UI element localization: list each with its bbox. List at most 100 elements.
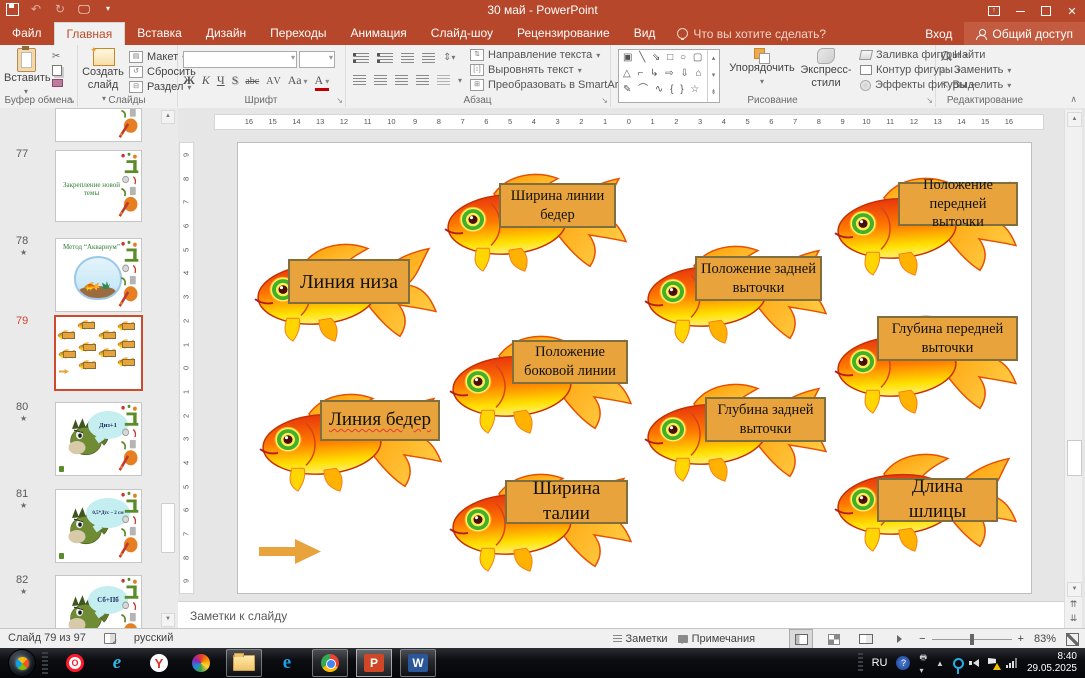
sidebar-scrollbar[interactable]: ▲ ▼ — [160, 108, 175, 628]
shape-row[interactable]: ▣ ╲ ⇘ □ ○ ▢ — [619, 50, 719, 66]
notes-placeholder[interactable]: Заметки к слайду — [190, 609, 287, 623]
fish-figure[interactable]: Ширина линии бедер — [439, 169, 629, 274]
fish-figure[interactable]: Положение боковой линии — [444, 331, 634, 436]
scroll-up-icon[interactable]: ▲ — [1067, 112, 1082, 127]
justify-icon[interactable] — [416, 75, 429, 85]
share-button[interactable]: Общий доступ — [964, 22, 1085, 45]
notes-toggle[interactable]: Заметки — [612, 633, 668, 645]
fish-label[interactable]: Положение боковой линии — [512, 340, 628, 384]
font-name-combo[interactable] — [183, 51, 297, 68]
ribbon-tab[interactable]: Рецензирование — [505, 22, 622, 45]
scrollbar-thumb[interactable] — [1067, 440, 1082, 476]
zoom-slider[interactable]: − + — [919, 633, 1024, 645]
slide-thumbnail-79-selected[interactable] — [54, 315, 143, 391]
scroll-up-icon[interactable]: ▲ — [161, 110, 175, 124]
scroll-down-icon[interactable]: ▼ — [161, 613, 175, 627]
tell-me-box[interactable]: Что вы хотите сделать? — [667, 22, 836, 45]
minimize-button[interactable] — [1007, 0, 1033, 22]
taskbar-chrome[interactable] — [312, 649, 348, 677]
slide-thumbnail-77[interactable]: Закрепление новой темы — [55, 150, 142, 222]
fish-label[interactable]: Положение передней выточки — [898, 177, 1018, 230]
font-style-button[interactable]: Аа — [288, 73, 308, 88]
text-direction-button[interactable]: ⇅ Направление текста ▾ — [470, 49, 629, 61]
ribbon-tab[interactable]: Дизайн — [194, 22, 258, 45]
fish-figure[interactable]: Положение передней выточки — [829, 173, 1019, 278]
fish-label[interactable]: Глубина передней выточки — [877, 316, 1018, 361]
ribbon-tab[interactable]: Главная — [53, 22, 126, 45]
dialog-launcher-icon[interactable]: ↘ — [336, 96, 343, 105]
ribbon-tab[interactable]: Файл — [0, 22, 54, 45]
quick-styles-button[interactable]: Экспресс-стили — [795, 48, 857, 90]
paste-button[interactable]: Вставить ▾ — [4, 46, 51, 98]
numbering-icon[interactable] — [377, 52, 393, 63]
align-text-button[interactable]: [↕] Выровнять текст ▾ — [470, 64, 629, 76]
dialog-launcher-icon[interactable]: ↘ — [601, 96, 608, 105]
next-slide-icon[interactable]: ⇊ — [1067, 612, 1080, 625]
ribbon-tab[interactable]: Слайд-шоу — [419, 22, 505, 45]
slide-sorter-button[interactable] — [823, 630, 845, 648]
line-spacing-icon[interactable]: ⇕▾ — [443, 52, 455, 63]
font-style-button[interactable]: Ч — [217, 73, 225, 88]
ribbon-tab[interactable]: Анимация — [338, 22, 418, 45]
fish-figure[interactable]: Глубина задней выточки — [639, 379, 829, 484]
punto-key-icon[interactable] — [952, 657, 964, 674]
ribbon-tab[interactable]: Вставка — [125, 22, 194, 45]
previous-slide-icon[interactable]: ⇈ — [1067, 598, 1080, 611]
language-switcher[interactable]: RU — [872, 657, 888, 669]
show-hidden-icons[interactable]: ▲ — [936, 659, 944, 668]
fish-label[interactable]: Линия низа — [288, 259, 410, 304]
slide-thumbnail-80[interactable]: Диз+1 — [55, 402, 142, 476]
dialog-launcher-icon[interactable]: ↘ — [926, 96, 933, 105]
fish-label[interactable]: Линия бедер — [320, 400, 440, 441]
sign-in-link[interactable]: Вход — [913, 27, 964, 41]
slide-thumbnail-82[interactable]: Сб+Пб — [55, 575, 142, 628]
taskbar-browser[interactable] — [184, 650, 218, 676]
fish-label[interactable]: Ширина талии — [505, 478, 628, 524]
fish-label[interactable]: Положение задней выточки — [695, 256, 822, 301]
normal-view-button[interactable] — [789, 629, 814, 649]
fish-figure[interactable]: Длина шлицы — [829, 449, 1019, 554]
slideshow-button[interactable] — [887, 630, 909, 648]
zoom-level[interactable]: 83% — [1034, 633, 1056, 645]
network-signal-icon[interactable] — [1005, 658, 1018, 668]
fish-figure[interactable]: Линия бедер — [254, 389, 444, 494]
slide-canvas[interactable]: Ширина линии бедер Положение передней вы… — [237, 142, 1032, 594]
scrollbar-thumb[interactable] — [161, 503, 175, 553]
font-size-combo[interactable] — [299, 51, 335, 68]
find-button[interactable]: Найти — [941, 49, 1011, 61]
ribbon-tab[interactable]: Переходы — [258, 22, 338, 45]
scroll-down-icon[interactable]: ▼ — [1067, 582, 1082, 597]
start-button[interactable] — [8, 649, 36, 677]
taskbar-edge[interactable]: e — [270, 650, 304, 676]
smartart-button[interactable]: ⊞Преобразовать в SmartArt▾ — [470, 79, 629, 91]
zoom-track[interactable] — [931, 633, 1012, 645]
font-style-button[interactable]: Ж — [183, 73, 195, 88]
shape-row[interactable]: △ ⌐ ↳ ⇨ ⇩ ⌂ — [619, 66, 719, 82]
volume-icon[interactable] — [968, 659, 979, 667]
slide-thumbnail-78[interactable]: Метод “Аквариум” — [55, 238, 142, 312]
bullets-icon[interactable] — [353, 52, 369, 63]
printer-icon[interactable]: 🖶 ▾ — [919, 652, 927, 675]
fish-figure[interactable]: Положение задней выточки — [639, 241, 829, 346]
slide-thumbnail-81[interactable]: 0,5*Дтс – 2 см — [55, 489, 142, 563]
fish-label[interactable]: Длина шлицы — [877, 476, 998, 522]
font-style-button[interactable]: abc — [245, 76, 259, 87]
collapse-ribbon-icon[interactable]: ∧ — [1070, 94, 1077, 105]
notes-pane[interactable]: Заметки к слайду — [178, 601, 1064, 629]
font-style-button[interactable]: А — [314, 73, 330, 91]
zoom-thumb[interactable] — [969, 633, 974, 645]
fish-label[interactable]: Глубина задней выточки — [705, 397, 826, 442]
zoom-in-icon[interactable]: + — [1018, 633, 1024, 645]
clock[interactable]: 8:40 29.05.2025 — [1027, 651, 1077, 675]
taskbar-file-explorer[interactable] — [226, 649, 262, 677]
reading-view-button[interactable] — [855, 630, 877, 648]
taskbar-opera[interactable]: O — [58, 650, 92, 676]
close-button[interactable]: ✕ — [1059, 0, 1085, 22]
align-left-icon[interactable] — [353, 75, 366, 85]
taskbar-powerpoint[interactable]: P — [356, 649, 392, 677]
comments-toggle[interactable]: Примечания — [677, 633, 755, 645]
restore-button[interactable] — [1033, 0, 1059, 22]
decrease-indent-icon[interactable] — [401, 52, 414, 63]
slide-thumbnail-partial[interactable] — [55, 108, 142, 142]
taskbar-word[interactable]: W — [400, 649, 436, 677]
